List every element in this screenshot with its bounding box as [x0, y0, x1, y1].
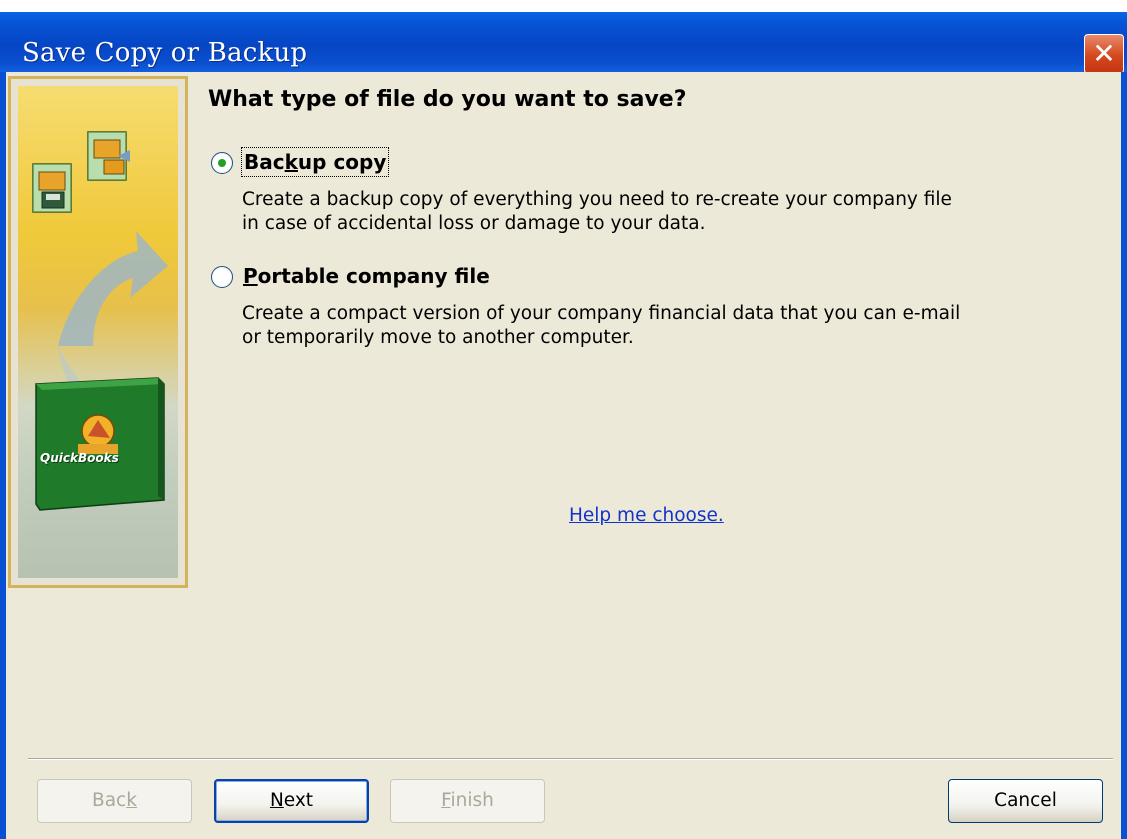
portable-company-file-radio[interactable] — [211, 266, 233, 288]
question-heading: What type of file do you want to save? — [208, 87, 687, 112]
radio-selected-dot — [218, 159, 226, 167]
help-me-choose-link[interactable]: Help me choose. — [569, 505, 724, 526]
button-label-part: Bac — [92, 790, 127, 811]
access-key: N — [269, 790, 284, 811]
portable-company-file-description: Create a compact version of your company… — [242, 302, 960, 350]
label-part: Bac — [244, 150, 285, 174]
backup-copy-label[interactable]: Backup copy — [241, 147, 390, 177]
access-key: k — [284, 150, 298, 174]
description-line: Create a backup copy of everything you n… — [242, 189, 952, 210]
quickbooks-box-label: QuickBooks — [40, 451, 119, 465]
desktop-strip — [0, 0, 1127, 12]
title-bar[interactable]: Save Copy or Backup ✕ — [0, 12, 1127, 74]
file-export-icon — [87, 131, 130, 181]
banner-gradient: QuickBooks — [18, 86, 178, 578]
description-line: or temporarily move to another computer. — [242, 327, 634, 348]
description-line: in case of accidental loss or damage to … — [242, 213, 706, 234]
label-part: up copy — [297, 150, 387, 174]
access-key: k — [126, 790, 137, 811]
portable-company-file-label[interactable]: Portable company file — [243, 264, 490, 288]
close-icon: ✕ — [1092, 37, 1116, 70]
window-title: Save Copy or Backup — [22, 38, 308, 68]
backup-copy-description: Create a backup copy of everything you n… — [242, 188, 952, 236]
back-button[interactable]: Back — [37, 779, 192, 823]
wizard-banner: QuickBooks — [8, 76, 188, 588]
button-label-part: ext — [283, 790, 314, 811]
label-part: ortable company file — [257, 264, 490, 288]
access-key: P — [243, 264, 258, 288]
dialog-window: Save Copy or Backup ✕ QuickBooks What ty… — [0, 0, 1127, 839]
close-button[interactable]: ✕ — [1084, 34, 1124, 74]
cancel-button[interactable]: Cancel — [948, 779, 1103, 823]
window-frame-right — [1121, 72, 1127, 839]
focus-rectangle: Backup copy — [241, 147, 390, 177]
description-line: Create a compact version of your company… — [242, 303, 961, 324]
finish-button[interactable]: Finish — [390, 779, 545, 823]
next-button[interactable]: Next — [214, 779, 369, 823]
quickbooks-box-icon — [35, 377, 165, 511]
backup-copy-radio[interactable] — [211, 152, 233, 174]
file-save-icon — [32, 163, 72, 213]
dialog-body: QuickBooks What type of file do you want… — [6, 72, 1121, 839]
button-label-part: inish — [450, 790, 494, 811]
footer-separator — [28, 758, 1113, 760]
